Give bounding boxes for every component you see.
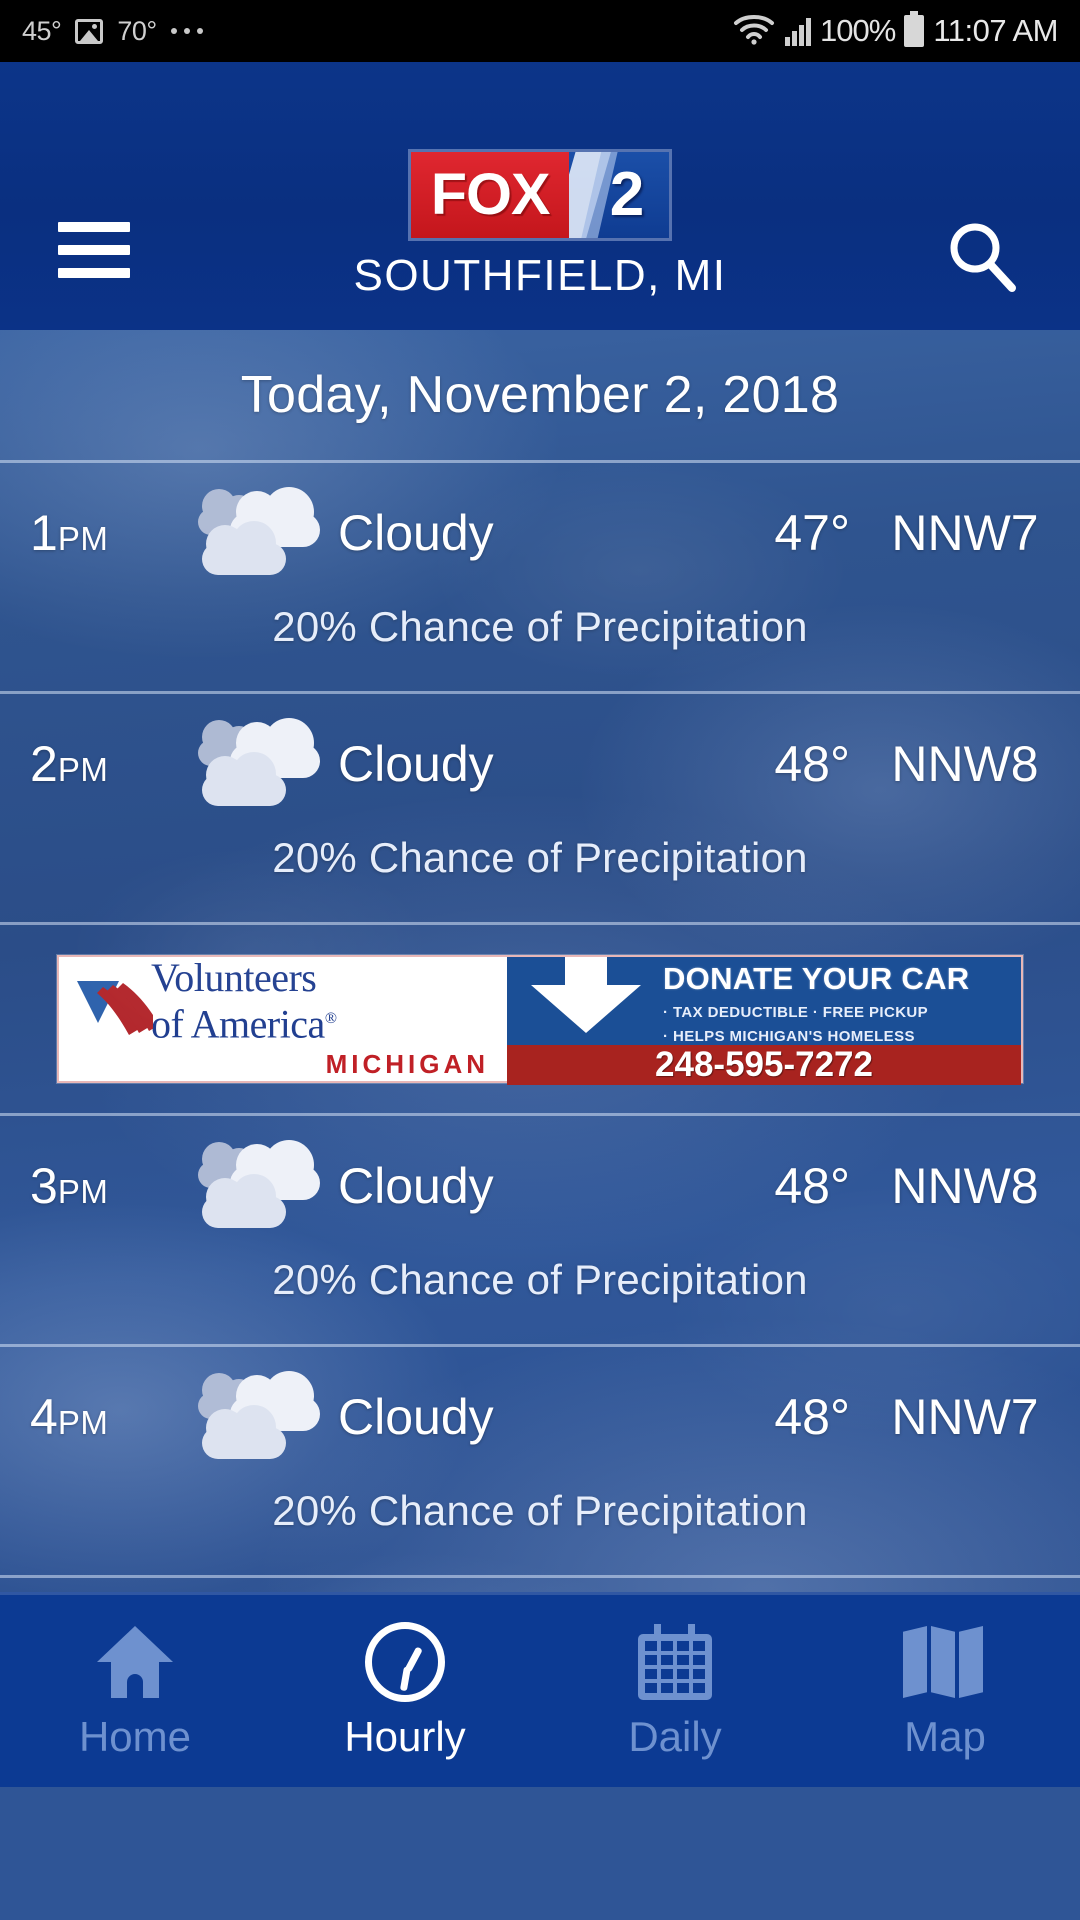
status-bar: 45° 70° 100% 11:07 AM <box>0 0 1080 62</box>
hour-time: 4PM <box>30 1388 190 1446</box>
ad-state: MICHIGAN <box>325 1049 489 1080</box>
hourly-row-main: 4PM Cloudy 48° NNW7 <box>0 1347 1080 1487</box>
logo-channel-box: 2 <box>569 152 669 238</box>
cloudy-icon <box>190 485 324 581</box>
hour-wind: NNW7 <box>891 1389 1039 1445</box>
hour-time-number: 2 <box>30 736 58 792</box>
hourly-forecast-panel: Today, November 2, 2018 1PM Cloudy 47° N… <box>0 330 1080 1787</box>
hour-time-period: PM <box>57 1173 109 1210</box>
calendar-icon <box>638 1621 712 1703</box>
search-icon[interactable] <box>942 217 1022 297</box>
battery-full-icon <box>904 11 925 47</box>
hour-condition: Cloudy <box>338 736 494 792</box>
hourly-row[interactable]: 2PM Cloudy 48° NNW8 20% Chance of Precip… <box>0 694 1080 922</box>
nav-item-map[interactable]: Map <box>810 1595 1080 1787</box>
nav-label-map: Map <box>904 1713 986 1760</box>
hour-condition: Cloudy <box>338 505 494 561</box>
nav-label-hourly: Hourly <box>344 1713 466 1760</box>
cloudy-icon <box>190 1369 324 1465</box>
hourly-row-main: 2PM Cloudy 48° NNW8 <box>0 694 1080 834</box>
ad-phone-bar[interactable]: 248-595-7272 <box>507 1045 1021 1085</box>
logo-fox-box: FOX <box>411 152 569 238</box>
ad-right-panel: DONATE YOUR CAR · TAX DEDUCTIBLE · FREE … <box>507 957 1021 1085</box>
down-arrow-icon <box>531 957 641 1033</box>
hour-wind: NNW8 <box>891 736 1039 792</box>
hour-condition: Cloudy <box>338 1389 494 1445</box>
hour-temperature: 48° <box>774 736 850 792</box>
cell-signal-icon <box>785 16 812 46</box>
hour-time-number: 3 <box>30 1158 58 1214</box>
nav-label-daily: Daily <box>628 1713 722 1760</box>
hour-time-number: 1 <box>30 505 58 561</box>
status-outdoor-temp: 45° <box>22 15 62 46</box>
hour-temperature: 48° <box>774 1158 850 1214</box>
image-icon <box>75 18 104 44</box>
cloudy-icon <box>190 716 324 812</box>
more-icon <box>170 28 203 34</box>
hour-time: 3PM <box>30 1157 190 1215</box>
ad-headline: DONATE YOUR CAR <box>663 961 970 996</box>
map-icon <box>903 1621 987 1703</box>
logo-fox-text: FOX <box>430 162 551 227</box>
ad-org-line1: Volunteers <box>151 954 317 1000</box>
cloudy-icon <box>190 1138 324 1234</box>
hamburger-menu-icon[interactable] <box>58 222 130 278</box>
brand-block: FOX 2 SOUTHFIELD, MI <box>353 152 726 301</box>
ad-org-line2: of America® <box>151 998 507 1045</box>
hourly-row-main: 1PM Cloudy 47° NNW7 <box>0 463 1080 603</box>
clock-icon <box>365 1621 445 1703</box>
wifi-icon <box>732 12 776 51</box>
ad-left-panel: Volunteers of America® MICHIGAN <box>59 957 507 1081</box>
hour-time-period: PM <box>57 520 109 557</box>
status-clock: 11:07 AM <box>933 13 1058 48</box>
hour-temperature: 47° <box>774 505 850 561</box>
nav-item-hourly[interactable]: Hourly <box>270 1595 540 1787</box>
hour-wind: NNW8 <box>891 1158 1039 1214</box>
advertisement-container[interactable]: Volunteers of America® MICHIGAN DONATE Y… <box>0 925 1080 1113</box>
ad-registered-mark: ® <box>324 1009 337 1027</box>
hourly-row[interactable]: 4PM Cloudy 48° NNW7 20% Chance of Precip… <box>0 1347 1080 1575</box>
ad-bullets-line2: · HELPS MICHIGAN'S HOMELESS <box>663 1028 915 1045</box>
hour-temperature: 48° <box>774 1389 850 1445</box>
ad-bullets-line1: · TAX DEDUCTIBLE · FREE PICKUP <box>663 1004 929 1021</box>
status-bar-right: 100% 11:07 AM <box>732 11 1058 51</box>
ad-arrow-column <box>507 957 663 1045</box>
hour-precipitation: 20% Chance of Precipitation <box>272 834 808 881</box>
hour-precipitation: 20% Chance of Precipitation <box>272 1256 808 1303</box>
bottom-navigation-bar: Home Hourly Daily Map <box>0 1592 1080 1787</box>
hour-wind: NNW7 <box>891 505 1039 561</box>
hour-precipitation: 20% Chance of Precipitation <box>272 603 808 650</box>
ad-right-top: DONATE YOUR CAR · TAX DEDUCTIBLE · FREE … <box>507 957 1021 1045</box>
status-second-temp: 70° <box>117 15 157 46</box>
hour-precipitation: 20% Chance of Precipitation <box>272 1487 808 1534</box>
nav-item-daily[interactable]: Daily <box>540 1595 810 1787</box>
hour-condition: Cloudy <box>338 1158 494 1214</box>
ad-text-column: DONATE YOUR CAR · TAX DEDUCTIBLE · FREE … <box>663 957 1021 1045</box>
ad-org-line2-text: of America <box>151 1001 325 1047</box>
hour-time-period: PM <box>57 1404 109 1441</box>
volunteers-of-america-logo-icon <box>73 973 159 1069</box>
advertisement-banner[interactable]: Volunteers of America® MICHIGAN DONATE Y… <box>57 955 1023 1085</box>
page-title: SOUTHFIELD, MI <box>353 251 727 300</box>
home-icon <box>97 1621 173 1703</box>
hour-time-number: 4 <box>30 1389 58 1445</box>
forecast-date-title: Today, November 2, 2018 <box>240 366 840 424</box>
fox2-logo: FOX 2 <box>411 152 669 238</box>
hour-time: 1PM <box>30 504 190 562</box>
status-bar-left: 45° 70° <box>22 16 203 47</box>
nav-item-home[interactable]: Home <box>0 1595 270 1787</box>
hourly-row-main: 3PM Cloudy 48° NNW8 <box>0 1116 1080 1256</box>
hour-time-period: PM <box>57 751 109 788</box>
hourly-row[interactable]: 1PM Cloudy 47° NNW7 20% Chance of Precip… <box>0 463 1080 691</box>
app-header: FOX 2 SOUTHFIELD, MI <box>0 62 1080 330</box>
nav-label-home: Home <box>78 1713 192 1760</box>
hourly-row[interactable]: 3PM Cloudy 48° NNW8 20% Chance of Precip… <box>0 1116 1080 1344</box>
ad-phone-number: 248-595-7272 <box>655 1045 873 1084</box>
battery-percent: 100% <box>820 13 896 48</box>
hour-time: 2PM <box>30 735 190 793</box>
logo-channel-text: 2 <box>609 160 645 229</box>
